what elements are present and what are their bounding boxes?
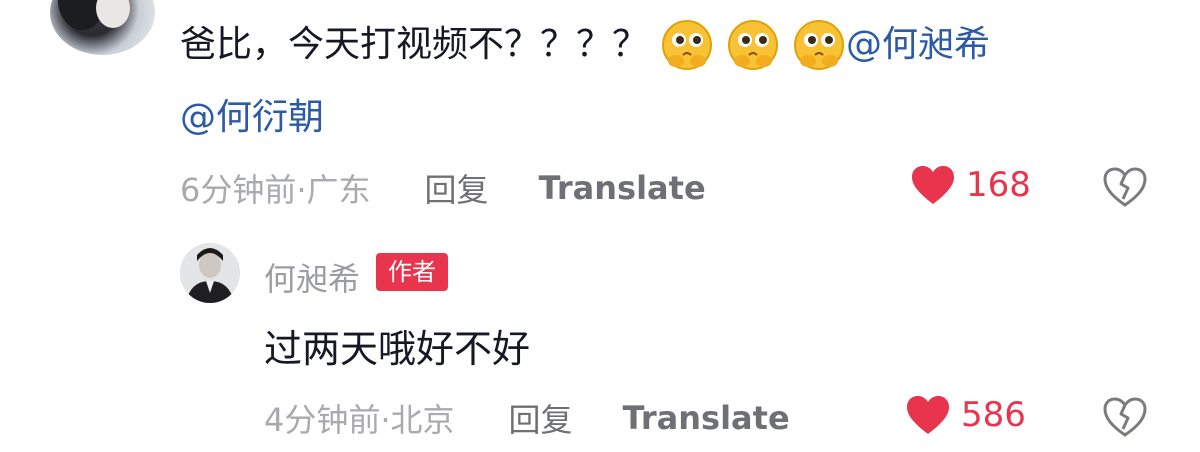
comment-time-location: 6分钟前·广东	[180, 171, 371, 209]
thinking-face-emoji-icon	[792, 18, 846, 72]
commenter-avatar[interactable]	[50, 0, 155, 55]
mention-link[interactable]: @何衍朝	[180, 97, 324, 138]
comment-body: 爸比，今天打视频不？？？？	[180, 24, 649, 65]
mention-link[interactable]: @何昶希	[846, 21, 990, 69]
comment-text: 爸比，今天打视频不？？？？ @何昶希 @何衍朝	[180, 18, 1140, 142]
like-button[interactable]: 168	[910, 164, 1031, 206]
reply-time-location: 4分钟前·北京	[264, 401, 455, 439]
reply-button[interactable]: 回复	[509, 395, 573, 441]
like-count: 586	[961, 395, 1026, 435]
thinking-face-emoji-icon	[726, 18, 780, 72]
reply-text: 过两天哦好不好	[264, 327, 531, 371]
author-badge: 作者	[376, 253, 448, 291]
dislike-broken-heart-icon[interactable]	[1102, 396, 1148, 438]
heart-filled-icon	[912, 166, 954, 204]
reply-meta-row: 4分钟前·北京 回复 Translate	[264, 394, 1164, 442]
dislike-broken-heart-icon[interactable]	[1102, 166, 1148, 208]
like-button[interactable]: 586	[905, 394, 1026, 436]
translate-button[interactable]: Translate	[623, 399, 790, 437]
reply-author-avatar[interactable]	[180, 243, 240, 303]
translate-button[interactable]: Translate	[539, 169, 706, 207]
thinking-face-emoji-icon	[660, 18, 714, 72]
reply-button[interactable]: 回复	[425, 165, 489, 211]
reply-author-name[interactable]: 何昶希	[264, 254, 360, 300]
heart-filled-icon	[907, 396, 949, 434]
like-count: 168	[966, 165, 1031, 205]
